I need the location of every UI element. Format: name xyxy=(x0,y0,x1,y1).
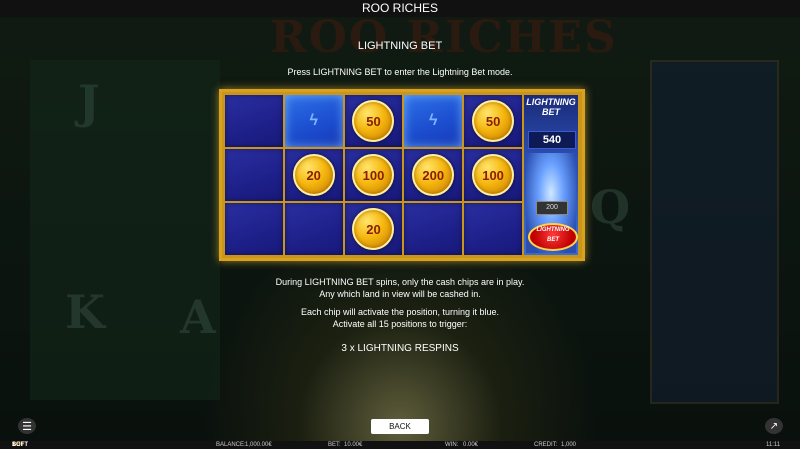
bet-value: 10.00€ xyxy=(344,442,363,448)
help-paragraph-2: Each chip will activate the position, tu… xyxy=(0,306,800,330)
clock: 11:11 xyxy=(766,442,781,448)
cash-chip: 100 xyxy=(352,154,395,196)
cash-chip: 50 xyxy=(472,100,515,142)
reel-grid: ϟ 50 ϟ 50 20 100 200 100 20 xyxy=(225,95,522,255)
credit-label: CREDIT: xyxy=(534,442,558,448)
cash-chip: 200 xyxy=(412,154,455,196)
badge-line-1: LIGHTNING xyxy=(536,227,570,233)
badge-line-2: BET xyxy=(547,237,559,243)
grid-cell: 50 xyxy=(344,95,403,147)
lightning-bolt-icon: ϟ xyxy=(429,112,438,129)
lightning-bet-illustration: ϟ 50 ϟ 50 20 100 200 100 20 LIGHTNING BE… xyxy=(219,89,585,261)
grid-cell xyxy=(464,203,522,255)
grid-cell: 100 xyxy=(344,149,403,201)
brand-soft: SOFT xyxy=(12,442,28,448)
balance-value: 1,000.00€ xyxy=(245,442,272,448)
brand-logo: 1 SOFT BET xyxy=(12,441,28,449)
grid-cell: 20 xyxy=(344,203,403,255)
grid-cell xyxy=(225,95,283,147)
logo-line-1: LIGHTNING xyxy=(526,97,576,107)
cash-chip: 50 xyxy=(352,100,395,142)
menu-icon[interactable]: ☰ xyxy=(18,418,36,434)
grid-cell xyxy=(225,203,283,255)
help-line: Activate all 15 positions to trigger: xyxy=(332,319,468,329)
lightning-bet-value: 540 xyxy=(528,131,576,149)
history-icon[interactable]: ↗ xyxy=(765,418,783,434)
win-label: WIN: xyxy=(445,442,459,448)
help-instruction: Press LIGHTNING BET to enter the Lightni… xyxy=(287,67,513,77)
balance-label: BALANCE: xyxy=(216,442,246,448)
help-trigger: 3 x LIGHTNING RESPINS xyxy=(341,343,459,354)
grid-cell: 20 xyxy=(284,149,343,201)
help-line: Each chip will activate the position, tu… xyxy=(300,307,500,317)
bet-label: BET: xyxy=(328,442,341,448)
help-line: Any which land in view will be cashed in… xyxy=(319,289,481,299)
window-title: ROO RICHES xyxy=(0,0,800,17)
help-line: During LIGHTNING BET spins, only the cas… xyxy=(275,277,525,287)
status-bar: 1 SOFT BET BALANCE: 1,000.00€ BET: 10.00€ … xyxy=(0,441,800,449)
win-value: 0.00€ xyxy=(463,442,479,448)
help-paragraph-1: During LIGHTNING BET spins, only the cas… xyxy=(0,276,800,300)
logo-line-2: BET xyxy=(542,107,560,117)
lightning-bet-panel: LIGHTNING BET 540 200 LIGHTNING BET xyxy=(524,95,578,255)
back-button[interactable]: BACK xyxy=(371,419,429,434)
grid-cell xyxy=(225,149,283,201)
cash-chip: 20 xyxy=(352,208,395,250)
grid-cell xyxy=(404,203,463,255)
grid-cell-active: ϟ xyxy=(284,95,343,147)
help-heading: LIGHTNING BET xyxy=(357,40,443,52)
credit-value: 1,000 xyxy=(561,442,577,448)
cash-chip: 100 xyxy=(472,154,515,196)
grid-cell: 100 xyxy=(464,149,522,201)
lightning-bet-logo: LIGHTNING BET xyxy=(526,97,576,127)
grid-cell xyxy=(284,203,343,255)
grid-cell: 200 xyxy=(404,149,463,201)
mini-bet-display: 200 xyxy=(536,201,568,215)
grid-cell-active: ϟ xyxy=(404,95,463,147)
grid-cell: 50 xyxy=(464,95,522,147)
cash-chip: 20 xyxy=(292,154,335,196)
lightning-bet-button-image: LIGHTNING BET xyxy=(528,223,578,251)
lightning-bolt-icon: ϟ xyxy=(309,112,318,129)
